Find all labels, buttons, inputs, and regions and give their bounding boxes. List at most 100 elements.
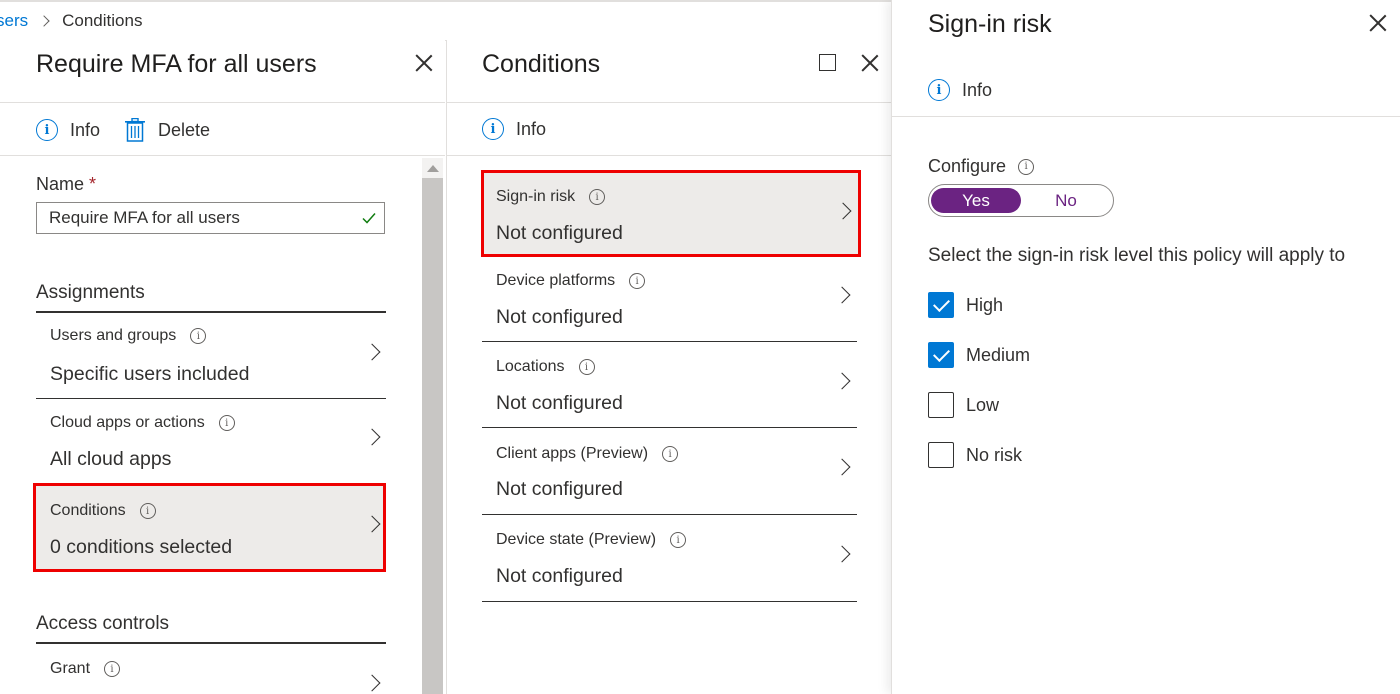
maximize-icon[interactable]: [819, 54, 836, 71]
chevron-right-icon: [833, 458, 851, 476]
item-value: All cloud apps: [50, 448, 172, 470]
checkbox-label: High: [966, 294, 1004, 315]
info-button[interactable]: i Info: [36, 119, 100, 141]
checkbox-unchecked[interactable]: [928, 392, 954, 418]
breadcrumb: sers Conditions: [0, 10, 142, 32]
sign-in-risk-blade-close-icon[interactable]: [1368, 13, 1388, 33]
configure-toggle[interactable]: Yes No: [928, 184, 1114, 217]
sign-in-risk-blade-title: Sign-in risk: [928, 10, 1052, 38]
policy-blade-title: Require MFA for all users: [36, 50, 317, 78]
valid-check-icon: [362, 213, 376, 224]
breadcrumb-current: Conditions: [62, 11, 143, 30]
delete-button[interactable]: Delete: [124, 117, 211, 142]
scroll-up-arrow-icon[interactable]: [427, 165, 439, 172]
trash-icon: [124, 117, 146, 142]
item-title: Sign-in risk: [496, 188, 576, 205]
risk-level-no-risk[interactable]: No risk: [928, 442, 1022, 468]
sign-in-risk-command-bar: i Info: [928, 79, 992, 101]
divider: [892, 116, 1400, 117]
checkbox-checked[interactable]: [928, 292, 954, 318]
instruction-text: Select the sign-in risk level this polic…: [928, 245, 1346, 266]
policy-blade-close-icon[interactable]: [414, 53, 434, 73]
divider: [447, 155, 891, 156]
divider: [0, 155, 445, 156]
item-title: Locations: [496, 358, 565, 375]
item-value: Not configured: [496, 392, 623, 414]
breadcrumb-separator-icon: [38, 15, 50, 27]
checkbox-checked[interactable]: [928, 342, 954, 368]
divider: [0, 102, 445, 103]
info-icon: i: [482, 118, 504, 140]
info-icon: i: [662, 446, 679, 462]
item-title: Device platforms: [496, 272, 616, 289]
conditions-command-bar: i Info: [482, 118, 546, 140]
cloud-apps-item[interactable]: Cloud apps or actions i All cloud apps: [36, 399, 386, 485]
item-title: Grant: [50, 660, 91, 677]
required-marker: *: [89, 174, 97, 194]
item-value: Not configured: [496, 222, 623, 244]
name-label-text: Name: [36, 174, 85, 194]
policy-name-input[interactable]: Require MFA for all users: [36, 202, 385, 234]
info-icon: i: [190, 328, 207, 344]
risk-level-high[interactable]: High: [928, 292, 1003, 318]
info-icon: i: [578, 359, 595, 375]
info-icon: i: [1018, 158, 1035, 175]
toggle-yes[interactable]: Yes: [931, 188, 1021, 213]
chevron-right-icon: [833, 286, 851, 304]
sign-in-risk-item[interactable]: Sign-in risk i Not configured: [481, 170, 861, 257]
info-label: Info: [962, 79, 993, 100]
info-icon: i: [218, 415, 235, 431]
risk-level-medium[interactable]: Medium: [928, 342, 1030, 368]
access-controls-heading: Access controls: [36, 613, 170, 634]
info-label: Info: [516, 118, 547, 139]
checkbox-unchecked[interactable]: [928, 442, 954, 468]
client-apps-item[interactable]: Client apps (Preview) i Not configured: [482, 428, 857, 515]
device-platforms-item[interactable]: Device platforms i Not configured: [482, 256, 857, 342]
info-icon: i: [139, 503, 156, 519]
delete-label: Delete: [158, 119, 211, 140]
chevron-right-icon: [363, 515, 381, 533]
info-icon: i: [629, 273, 646, 289]
conditions-item[interactable]: Conditions i 0 conditions selected: [33, 483, 386, 572]
chevron-right-icon: [833, 372, 851, 390]
item-title: Users and groups: [50, 327, 177, 344]
item-value: Not configured: [496, 478, 623, 500]
chevron-right-icon: [363, 674, 381, 692]
configure-label-text: Configure: [928, 156, 1007, 176]
info-button[interactable]: i Info: [928, 79, 992, 101]
conditions-blade-close-icon[interactable]: [860, 53, 880, 73]
chevron-right-icon: [363, 343, 381, 361]
scrollbar-thumb[interactable]: [422, 178, 443, 694]
chevron-right-icon: [834, 202, 852, 220]
checkbox-label: Low: [966, 394, 1000, 415]
divider: [447, 102, 891, 103]
users-and-groups-item[interactable]: Users and groups i Specific users include…: [36, 313, 386, 399]
device-state-item[interactable]: Device state (Preview) i Not configured: [482, 515, 857, 602]
divider: [36, 642, 386, 644]
locations-item[interactable]: Locations i Not configured: [482, 342, 857, 428]
item-title: Client apps (Preview): [496, 445, 649, 462]
info-icon: i: [670, 532, 687, 548]
policy-name-value: Require MFA for all users: [49, 208, 240, 227]
item-value: 0 conditions selected: [50, 536, 233, 558]
assignments-heading: Assignments: [36, 282, 145, 303]
chevron-right-icon: [833, 545, 851, 563]
item-title: Conditions: [50, 502, 126, 519]
grant-item[interactable]: Grant i: [36, 645, 386, 694]
item-title: Cloud apps or actions: [50, 414, 205, 431]
breadcrumb-link-users[interactable]: sers: [0, 11, 28, 31]
info-button[interactable]: i Info: [482, 118, 546, 140]
info-icon: i: [589, 189, 606, 205]
item-value: Not configured: [496, 306, 623, 328]
conditions-blade-title: Conditions: [482, 50, 601, 78]
toggle-no[interactable]: No: [1021, 188, 1111, 213]
configure-label: Configure i: [928, 156, 1035, 177]
info-label: Info: [70, 119, 101, 140]
checkbox-label: Medium: [966, 344, 1031, 365]
checkbox-label: No risk: [966, 444, 1023, 465]
info-icon: i: [36, 119, 58, 141]
info-icon: i: [104, 661, 121, 677]
risk-level-low[interactable]: Low: [928, 392, 999, 418]
info-icon: i: [928, 79, 950, 101]
name-field-label: Name *: [36, 174, 96, 195]
